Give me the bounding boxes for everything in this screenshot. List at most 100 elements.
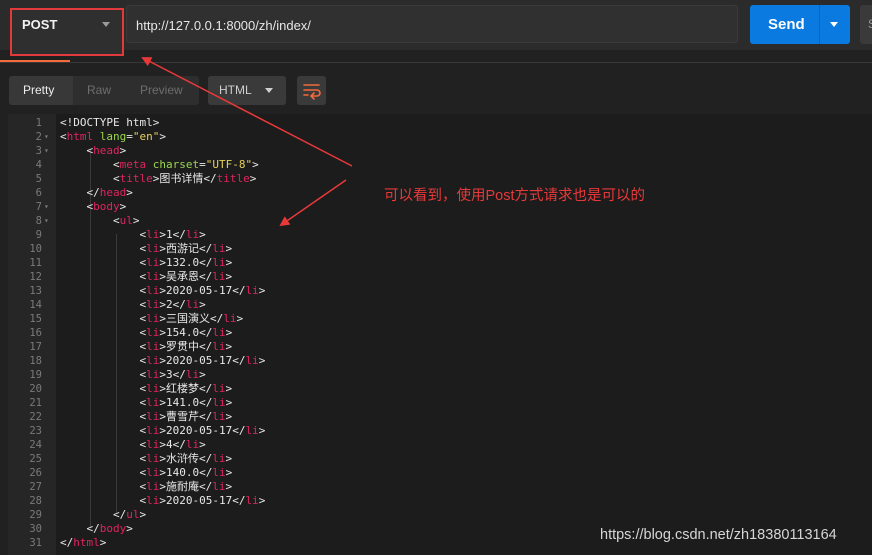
tab-preview[interactable]: Preview xyxy=(140,83,183,97)
code-line: 2 ▾ <html lang="en"> xyxy=(8,130,872,144)
line-number: 13 xyxy=(29,285,42,297)
code-text: <meta charset="UTF-8"> xyxy=(60,158,259,171)
line-number: 30 xyxy=(29,523,42,535)
fold-toggle-icon[interactable]: ▾ xyxy=(44,130,49,144)
code-text: </ul> xyxy=(60,508,147,521)
code-text: <li>曹雪芹</li> xyxy=(60,410,233,423)
code-line: 13 <li>2020-05-17</li> xyxy=(8,284,872,298)
line-number: 1 xyxy=(35,117,42,129)
code-text: <li>141.0</li> xyxy=(60,396,233,409)
url-input[interactable]: http://127.0.0.1:8000/zh/index/ xyxy=(126,5,738,43)
code-text: <li>4</li> xyxy=(60,438,206,451)
line-number: 18 xyxy=(29,355,42,367)
fold-toggle-icon[interactable]: ▾ xyxy=(44,214,49,228)
code-line: 18 <li>2020-05-17</li> xyxy=(8,354,872,368)
line-number: 23 xyxy=(29,425,42,437)
code-line: 1 <!DOCTYPE html> xyxy=(8,116,872,130)
code-line: 23 <li>2020-05-17</li> xyxy=(8,424,872,438)
code-text: <title>图书详情</title> xyxy=(60,172,257,185)
code-line: 16 <li>154.0</li> xyxy=(8,326,872,340)
line-number: 31 xyxy=(29,537,42,549)
code-text: </html> xyxy=(60,536,107,549)
tab-raw[interactable]: Raw xyxy=(87,83,111,97)
fold-toggle-icon[interactable]: ▾ xyxy=(44,200,49,214)
line-number: 11 xyxy=(29,257,42,269)
language-label: HTML xyxy=(219,83,252,97)
code-text: <li>罗贯中</li> xyxy=(60,340,233,353)
code-line: 28 <li>2020-05-17</li> xyxy=(8,494,872,508)
response-body[interactable]: 1 <!DOCTYPE html> 2 ▾ <html lang="en"> 3 ▾ <he… xyxy=(8,114,872,555)
line-number: 9 xyxy=(35,229,42,241)
line-number: 10 xyxy=(29,243,42,255)
code-line: 20 <li>红楼梦</li> xyxy=(8,382,872,396)
wrap-lines-icon xyxy=(303,84,321,100)
code-text: <li>2020-05-17</li> xyxy=(60,494,266,507)
language-select[interactable]: HTML xyxy=(208,76,286,105)
code-text: <ul> xyxy=(60,214,140,227)
code-text: </head> xyxy=(60,186,133,199)
line-number: 24 xyxy=(29,439,42,451)
code-text: <li>2</li> xyxy=(60,298,206,311)
code-text: <li>红楼梦</li> xyxy=(60,382,233,395)
code-text: <li>2020-05-17</li> xyxy=(60,424,266,437)
send-label: Send xyxy=(768,16,805,33)
line-number: 25 xyxy=(29,453,42,465)
code-line: 21 <li>141.0</li> xyxy=(8,396,872,410)
line-number: 19 xyxy=(29,369,42,381)
code-text: <li>154.0</li> xyxy=(60,326,233,339)
send-divider xyxy=(819,5,820,44)
code-text: <head> xyxy=(60,144,127,157)
line-number: 2 xyxy=(35,131,42,143)
chevron-down-icon xyxy=(102,22,110,27)
line-number: 6 xyxy=(35,187,42,199)
code-line: 9 <li>1</li> xyxy=(8,228,872,242)
code-line: 15 <li>三国演义</li> xyxy=(8,312,872,326)
code-text: <li>西游记</li> xyxy=(60,242,233,255)
code-line: 14 <li>2</li> xyxy=(8,298,872,312)
code-line: 19 <li>3</li> xyxy=(8,368,872,382)
response-format-tabs: Pretty Raw Preview xyxy=(9,76,199,105)
code-line: 3 ▾ <head> xyxy=(8,144,872,158)
line-number: 22 xyxy=(29,411,42,423)
send-button[interactable]: Send xyxy=(750,5,850,44)
line-number: 27 xyxy=(29,481,42,493)
line-number: 3 xyxy=(35,145,42,157)
code-line: 27 <li>施耐庵</li> xyxy=(8,480,872,494)
watermark: https://blog.csdn.net/zh18380113164 xyxy=(600,527,837,543)
divider xyxy=(0,62,872,63)
method-label: POST xyxy=(22,17,58,32)
code-line: 22 <li>曹雪芹</li> xyxy=(8,410,872,424)
code-line: 11 <li>132.0</li> xyxy=(8,256,872,270)
code-text: <li>三国演义</li> xyxy=(60,312,244,325)
save-button[interactable]: S xyxy=(860,5,872,44)
code-text: <li>1</li> xyxy=(60,228,206,241)
code-text: <li>水浒传</li> xyxy=(60,452,233,465)
code-text: <li>140.0</li> xyxy=(60,466,233,479)
annotation-text: 可以看到，使用Post方式请求也是可以的 xyxy=(384,188,646,204)
code-text: <li>2020-05-17</li> xyxy=(60,284,266,297)
line-number: 4 xyxy=(35,159,42,171)
save-label: S xyxy=(868,17,872,31)
code-line: 26 <li>140.0</li> xyxy=(8,466,872,480)
chevron-down-icon[interactable] xyxy=(830,22,838,27)
wrap-lines-button[interactable] xyxy=(297,76,326,105)
line-number: 8 xyxy=(35,215,42,227)
line-number: 12 xyxy=(29,271,42,283)
line-number: 17 xyxy=(29,341,42,353)
code-line: 17 <li>罗贯中</li> xyxy=(8,340,872,354)
fold-toggle-icon[interactable]: ▾ xyxy=(44,144,49,158)
code-line: 4 <meta charset="UTF-8"> xyxy=(8,158,872,172)
code-line: 8 ▾ <ul> xyxy=(8,214,872,228)
tab-pretty[interactable]: Pretty xyxy=(23,83,54,97)
code-line: 29 </ul> xyxy=(8,508,872,522)
code-text: </body> xyxy=(60,522,133,535)
code-text: <li>吴承恩</li> xyxy=(60,270,233,283)
line-number: 15 xyxy=(29,313,42,325)
line-number: 29 xyxy=(29,509,42,521)
line-number: 14 xyxy=(29,299,42,311)
code-text: <li>3</li> xyxy=(60,368,206,381)
line-number: 20 xyxy=(29,383,42,395)
code-line: 25 <li>水浒传</li> xyxy=(8,452,872,466)
chevron-down-icon xyxy=(265,88,273,93)
method-select[interactable]: POST xyxy=(10,8,124,56)
